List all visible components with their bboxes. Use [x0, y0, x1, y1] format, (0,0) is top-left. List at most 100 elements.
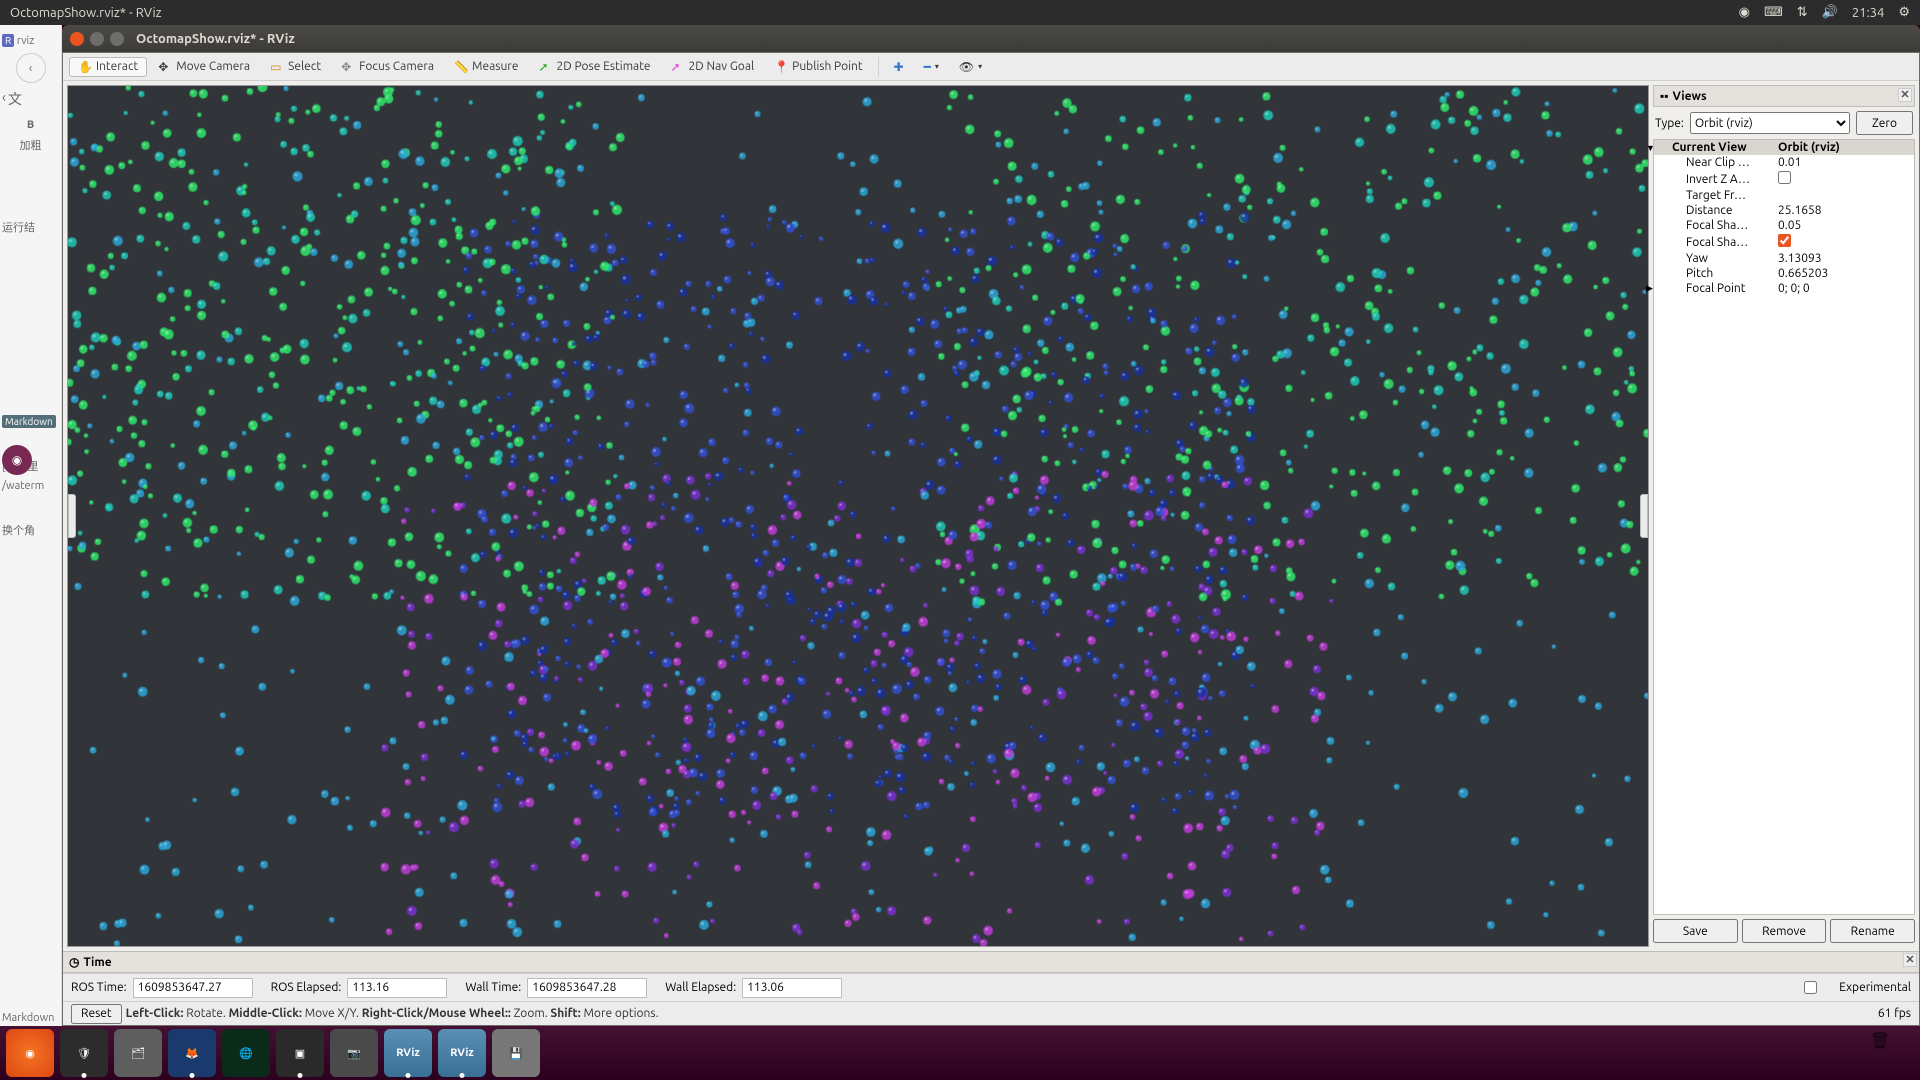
rviz-title-bar[interactable]: OctomapShow.rviz* - RViz: [62, 25, 1920, 52]
editor-back-button[interactable]: ‹: [16, 53, 46, 83]
experimental-checkbox[interactable]: [1804, 981, 1817, 994]
eye-icon: 👁: [959, 60, 974, 74]
tool-focus-camera[interactable]: ✥ Focus Camera: [332, 57, 443, 77]
move-icon: ✥: [158, 60, 172, 74]
type-label: Type:: [1655, 117, 1684, 130]
indicator-keyboard-icon[interactable]: ⌨: [1764, 5, 1783, 20]
status-hint: Left-Click: Rotate. Middle-Click: Move X…: [126, 1007, 659, 1020]
save-button[interactable]: Save: [1653, 919, 1738, 943]
editor-bold-label: 加粗: [2, 137, 59, 153]
tool-eye-dropdown[interactable]: 👁▾: [950, 57, 991, 77]
tree-row[interactable]: Pitch0.665203: [1654, 266, 1914, 281]
wall-elapsed-field[interactable]: [742, 978, 842, 998]
panel-splitter-left[interactable]: [68, 494, 76, 538]
toolbar-separator: [878, 57, 879, 77]
tool-move-camera[interactable]: ✥ Move Camera: [149, 57, 259, 77]
ros-elapsed-label: ROS Elapsed:: [271, 981, 342, 994]
tool-2d-pose-estimate[interactable]: ➚ 2D Pose Estimate: [529, 57, 659, 77]
rviz-window: ✋ Interact ✥ Move Camera ▭ Select ✥ Focu…: [62, 52, 1920, 1026]
wall-time-field[interactable]: [527, 978, 647, 998]
indicator-sound-icon[interactable]: 🔊: [1822, 5, 1838, 20]
select-icon: ▭: [270, 60, 284, 74]
time-close-button[interactable]: ✕: [1903, 953, 1917, 967]
wall-elapsed-label: Wall Elapsed:: [665, 981, 736, 994]
triangle-down-icon: ▼: [1653, 143, 1655, 153]
gnome-window-title: OctomapShow.rviz* - RViz: [10, 6, 1739, 20]
tree-row[interactable]: Focal Sha…0.05: [1654, 218, 1914, 233]
remove-button[interactable]: Remove: [1742, 919, 1827, 943]
rviz-main-area: ▪▪ Views ✕ Type: Orbit (rviz) Zero ▼ Cur…: [63, 81, 1919, 951]
prop-checkbox[interactable]: [1778, 234, 1791, 247]
panel-splitter-right[interactable]: [1640, 494, 1648, 538]
prop-checkbox[interactable]: [1778, 171, 1791, 184]
time-panel-header[interactable]: ◷ Time ✕: [63, 951, 1919, 973]
views-property-tree[interactable]: ▼ Current View Orbit (rviz) Near Clip …0…: [1653, 139, 1915, 915]
tool-minus-dropdown[interactable]: ━▾: [915, 57, 948, 77]
gnome-tray: ◉ ⌨ ⇅ 🔊 21:34 ⚙: [1739, 5, 1910, 20]
rviz-3d-viewport[interactable]: [67, 85, 1649, 947]
focus-icon: ✥: [341, 60, 355, 74]
tool-pan-axes[interactable]: ✚: [885, 57, 913, 77]
launcher-screenshot-icon[interactable]: 📷: [330, 1029, 378, 1077]
time-panel: ROS Time: ROS Elapsed: Wall Time: Wall E…: [63, 973, 1919, 1001]
experimental-label: Experimental: [1839, 981, 1911, 994]
tree-row-current-view[interactable]: ▼ Current View Orbit (rviz): [1654, 140, 1914, 155]
ros-elapsed-field[interactable]: [347, 978, 447, 998]
editor-run-label: 运行结: [2, 219, 59, 235]
editor-nav-text: 文: [8, 89, 22, 109]
window-close-button[interactable]: [70, 32, 84, 46]
pin-icon: 📍: [774, 60, 788, 74]
launcher-ubuntu-icon[interactable]: ◉: [6, 1029, 54, 1077]
tree-row[interactable]: ▶Focal Point0; 0; 0: [1654, 281, 1914, 296]
indicator-network-icon[interactable]: ⇅: [1797, 5, 1808, 20]
launcher-trash-icon[interactable]: 🗑: [1870, 1031, 1914, 1075]
launcher-rviz-1[interactable]: RViz: [384, 1029, 432, 1077]
tool-measure[interactable]: 📏 Measure: [445, 57, 527, 77]
gnome-clock[interactable]: 21:34: [1852, 6, 1885, 20]
tree-row[interactable]: Invert Z A…: [1654, 170, 1914, 188]
minus-icon: ━: [924, 60, 931, 74]
views-type-row: Type: Orbit (rviz) Zero: [1653, 107, 1915, 139]
launcher-firefox-icon[interactable]: 🦊: [168, 1029, 216, 1077]
tree-row[interactable]: Yaw3.13093: [1654, 251, 1914, 266]
editor-bold-button[interactable]: B: [2, 115, 59, 131]
hand-icon: ✋: [78, 60, 92, 74]
launcher-files-icon[interactable]: 🗂: [114, 1029, 162, 1077]
views-panel: ▪▪ Views ✕ Type: Orbit (rviz) Zero ▼ Cur…: [1653, 85, 1915, 947]
camera-icon: ▪▪: [1660, 89, 1669, 103]
tool-2d-nav-goal[interactable]: ➚ 2D Nav Goal: [662, 57, 764, 77]
tree-row[interactable]: Focal Sha…: [1654, 233, 1914, 251]
tool-interact[interactable]: ✋ Interact: [69, 57, 147, 77]
zero-button[interactable]: Zero: [1856, 111, 1913, 135]
editor-text-2: /waterm: [2, 480, 59, 492]
window-maximize-button[interactable]: [110, 32, 124, 46]
indicator-session-icon[interactable]: ⚙: [1898, 5, 1910, 20]
launcher-app-1[interactable]: 🛡: [60, 1029, 108, 1077]
chevron-left-icon[interactable]: ‹: [2, 89, 6, 109]
plus-icon: ✚: [894, 60, 904, 74]
views-panel-header[interactable]: ▪▪ Views ✕: [1653, 85, 1915, 107]
window-minimize-button[interactable]: [90, 32, 104, 46]
tree-row[interactable]: Target Fr…: [1654, 188, 1914, 203]
tool-select[interactable]: ▭ Select: [261, 57, 330, 77]
tool-publish-point[interactable]: 📍 Publish Point: [765, 57, 871, 77]
background-editor: R rviz ‹ ‹ 文 B 加粗 运行结 Markdown ◉ [在这里 /w…: [0, 25, 62, 1026]
clock-icon: ◷: [69, 955, 79, 969]
rviz-status-bar: Reset Left-Click: Rotate. Middle-Click: …: [63, 1001, 1919, 1025]
view-type-select[interactable]: Orbit (rviz): [1690, 112, 1850, 134]
wall-time-label: Wall Time:: [465, 981, 521, 994]
launcher-terminal-icon[interactable]: ▣: [276, 1029, 324, 1077]
launcher-disk-icon[interactable]: 💾: [492, 1029, 540, 1077]
editor-tab-label: rviz: [17, 35, 35, 47]
ruler-icon: 📏: [454, 60, 468, 74]
tree-row[interactable]: Distance25.1658: [1654, 203, 1914, 218]
arrow-green-icon: ➚: [538, 60, 552, 74]
launcher-browser-icon[interactable]: 🌐: [222, 1029, 270, 1077]
ros-time-field[interactable]: [133, 978, 253, 998]
rename-button[interactable]: Rename: [1830, 919, 1915, 943]
reset-button[interactable]: Reset: [71, 1004, 122, 1024]
indicator-shield-icon[interactable]: ◉: [1739, 5, 1750, 20]
launcher-rviz-2[interactable]: RViz: [438, 1029, 486, 1077]
tree-row[interactable]: Near Clip …0.01: [1654, 155, 1914, 170]
views-close-button[interactable]: ✕: [1898, 88, 1912, 102]
